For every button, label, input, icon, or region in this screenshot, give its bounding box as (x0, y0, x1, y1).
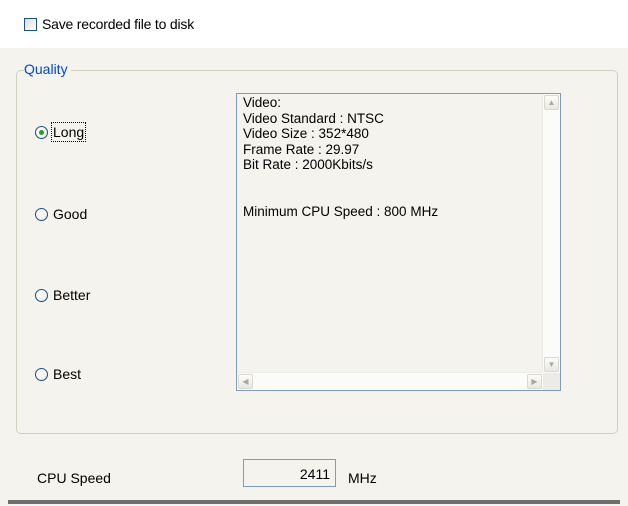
save-to-disk-label[interactable]: Save recorded file to disk (42, 16, 194, 32)
horizontal-scrollbar[interactable]: ◀ ▶ (237, 372, 543, 390)
scroll-right-button[interactable]: ▶ (527, 374, 542, 389)
radio-good-label[interactable]: Good (53, 206, 87, 222)
radio-better-label[interactable]: Better (53, 287, 90, 303)
quality-info-textbox[interactable]: Video: Video Standard : NTSC Video Size … (236, 93, 561, 391)
radio-best[interactable] (35, 367, 48, 381)
quality-option-good[interactable]: Good (35, 206, 87, 222)
scroll-left-button[interactable]: ◀ (238, 374, 253, 389)
quality-info-text: Video: Video Standard : NTSC Video Size … (243, 95, 439, 220)
quality-option-best[interactable]: Best (35, 366, 81, 382)
save-to-disk-row[interactable]: Save recorded file to disk (24, 16, 194, 32)
cpu-speed-value: 2411 (299, 466, 330, 482)
quality-group-title: Quality (24, 61, 71, 77)
radio-long-label[interactable]: Long (50, 122, 87, 142)
quality-option-long[interactable]: Long (35, 122, 87, 142)
vertical-scrollbar[interactable]: ▲ ▼ (542, 94, 560, 373)
radio-better[interactable] (35, 288, 48, 302)
cpu-speed-field: 2411 (243, 459, 336, 487)
quality-option-better[interactable]: Better (35, 287, 90, 303)
radio-best-label[interactable]: Best (53, 366, 81, 382)
recording-settings-panel: Save recorded file to disk Quality Long … (0, 0, 628, 506)
cpu-speed-label: CPU Speed (37, 470, 111, 486)
scroll-up-button[interactable]: ▲ (544, 95, 559, 110)
scrollbar-corner (543, 373, 560, 390)
save-to-disk-checkbox[interactable] (24, 17, 37, 31)
bottom-rule (8, 500, 620, 504)
radio-good[interactable] (35, 207, 48, 221)
scroll-down-button[interactable]: ▼ (544, 357, 559, 372)
radio-long[interactable] (35, 125, 48, 139)
cpu-speed-unit: MHz (348, 470, 377, 486)
